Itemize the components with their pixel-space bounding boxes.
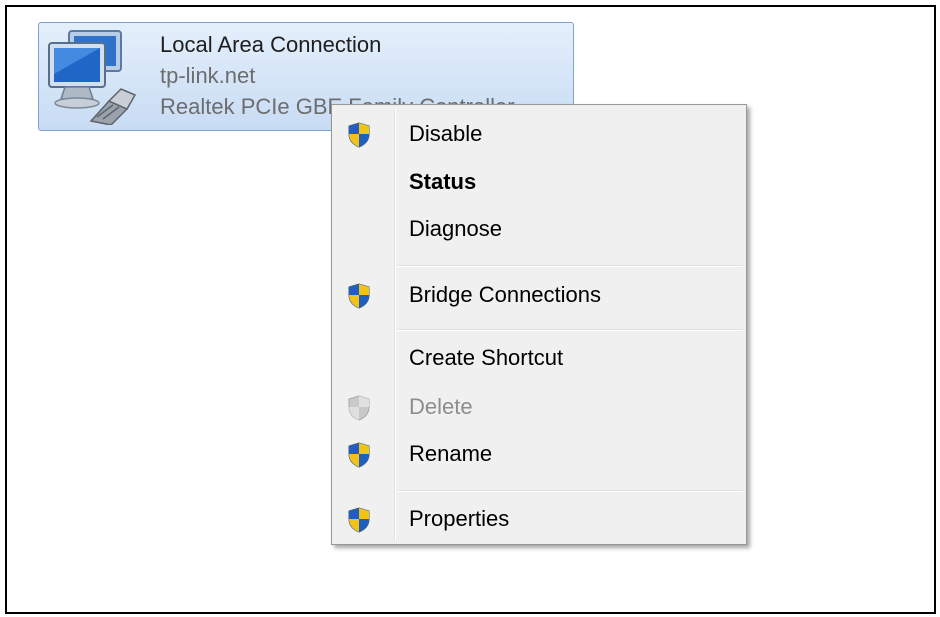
menu-item-rename[interactable]: Rename xyxy=(335,434,743,474)
menu-separator xyxy=(397,490,743,492)
menu-item-disable[interactable]: Disable xyxy=(335,114,743,154)
menu-item-create-shortcut[interactable]: Create Shortcut xyxy=(335,338,743,378)
menu-item-label: Delete xyxy=(409,394,473,419)
menu-item-label: Disable xyxy=(409,121,483,146)
uac-shield-icon xyxy=(348,122,370,148)
uac-shield-icon xyxy=(348,395,370,421)
window-frame: Local Area Connection tp-link.net Realte… xyxy=(5,5,936,614)
context-menu: Disable Status Diagnose Bridge Connectio… xyxy=(331,104,747,545)
menu-item-bridge-connections[interactable]: Bridge Connections xyxy=(335,275,743,315)
menu-item-label: Create Shortcut xyxy=(409,345,564,370)
menu-item-delete[interactable]: Delete xyxy=(335,387,743,427)
uac-shield-icon xyxy=(348,507,370,533)
network-adapter-icon xyxy=(48,30,137,125)
menu-separator xyxy=(397,329,743,331)
menu-item-status[interactable]: Status xyxy=(335,162,743,202)
menu-item-diagnose[interactable]: Diagnose xyxy=(335,209,743,249)
connection-name: Local Area Connection xyxy=(160,32,382,57)
uac-shield-icon xyxy=(348,283,370,309)
menu-item-label: Status xyxy=(409,169,477,194)
menu-item-label: Properties xyxy=(409,506,510,531)
menu-item-label: Bridge Connections xyxy=(409,282,602,307)
menu-separator xyxy=(397,265,743,267)
menu-item-label: Diagnose xyxy=(409,216,502,241)
menu-item-label: Rename xyxy=(409,441,493,466)
menu-item-properties[interactable]: Properties xyxy=(335,499,743,539)
connection-network: tp-link.net xyxy=(160,63,256,88)
uac-shield-icon xyxy=(348,442,370,468)
